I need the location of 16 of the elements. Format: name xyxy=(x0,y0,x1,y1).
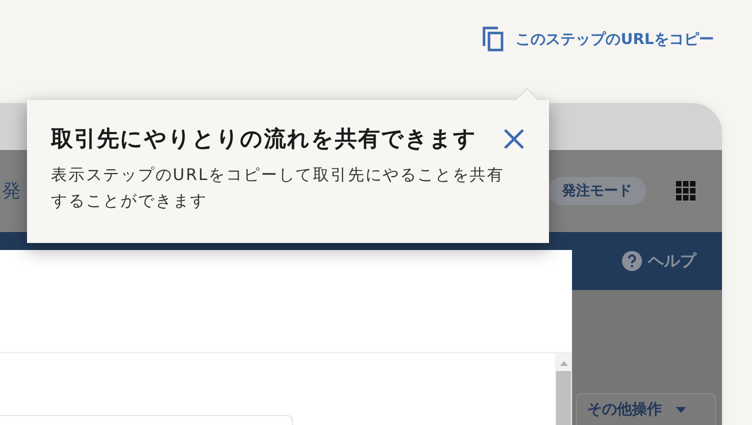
scroll-up-icon[interactable] xyxy=(558,359,568,367)
copy-url-link[interactable]: このステップのURLをコピー xyxy=(482,26,714,52)
help-icon xyxy=(622,251,642,271)
caret-icon xyxy=(676,406,686,412)
help-link[interactable]: ヘルプ xyxy=(622,250,696,272)
mode-badge: 発注モード xyxy=(548,177,646,205)
header-title: 発 xyxy=(2,179,21,204)
tooltip-text: 表示ステップのURLをコピーして取引先にやることを共有することができます xyxy=(51,164,506,212)
app-grid-icon[interactable] xyxy=(676,181,696,201)
copy-icon xyxy=(482,26,504,52)
tooltip-title: 取引先にやりとりの流れを共有できます xyxy=(51,126,477,154)
close-icon xyxy=(503,128,525,150)
more-actions-button[interactable]: その他操作 xyxy=(576,393,716,425)
pointer-icon xyxy=(515,88,539,100)
scrollbar[interactable] xyxy=(555,353,572,425)
close-button[interactable] xyxy=(503,128,525,150)
